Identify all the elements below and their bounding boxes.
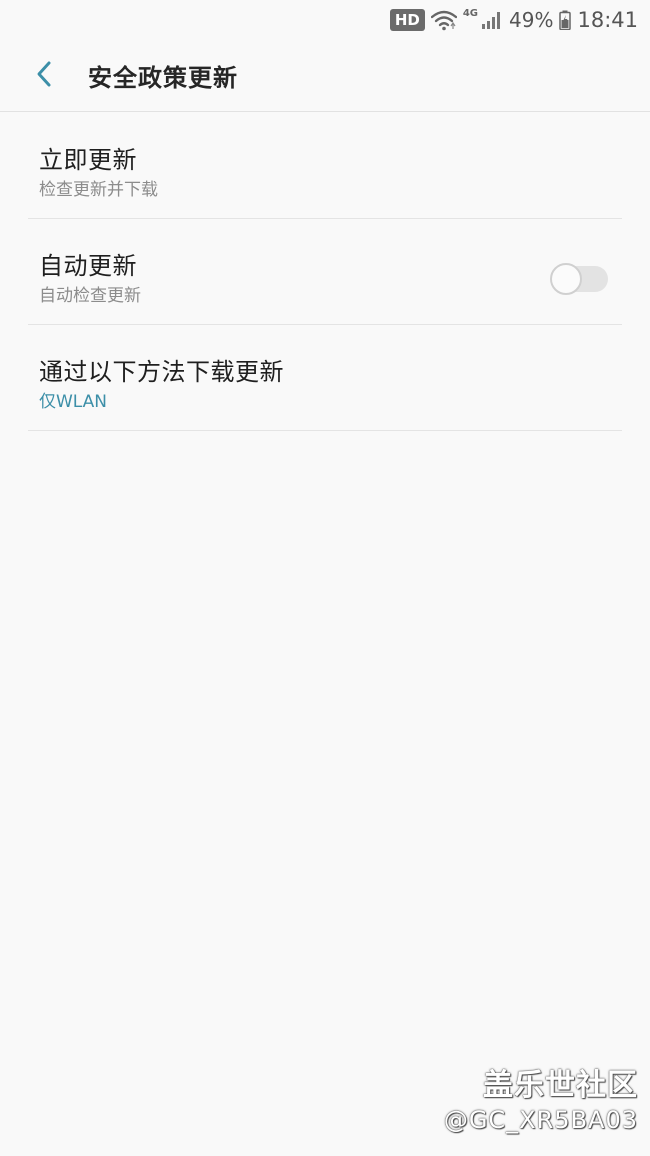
battery-icon [559,10,572,30]
wifi-icon [430,9,457,31]
toggle-thumb [550,263,582,295]
hd-badge: HD [389,9,425,31]
back-button[interactable] [14,46,74,106]
auto-update-subtitle: 自动检查更新 [39,286,141,306]
signal-icon [481,10,503,30]
network-type-label: 4G [462,7,479,19]
app-bar: 安全政策更新 [0,40,650,112]
update-now-item[interactable]: 立即更新 检查更新并下载 [28,113,622,219]
download-method-value: 仅WLAN [39,392,108,412]
page-title: 安全政策更新 [88,64,238,92]
settings-list: 立即更新 检查更新并下载 自动更新 自动检查更新 通过以下方法下载更新 仅WLA… [28,113,622,431]
download-method-title: 通过以下方法下载更新 [39,358,284,386]
status-bar: HD 4G 49% 18:41 [0,0,650,40]
chevron-left-icon [34,59,54,93]
watermark-user-handle: @GC_XR5BA03 [443,1106,638,1134]
auto-update-title: 自动更新 [39,252,137,280]
download-method-item[interactable]: 通过以下方法下载更新 仅WLAN [28,325,622,431]
update-now-subtitle: 检查更新并下载 [39,180,158,200]
status-time: 18:41 [577,8,638,32]
watermark-site-name: 盖乐世社区 [483,1068,638,1103]
battery-percent: 49% [509,8,554,32]
update-now-title: 立即更新 [39,146,137,174]
watermark: 盖乐世社区 @GC_XR5BA03 [444,1068,638,1136]
auto-update-item[interactable]: 自动更新 自动检查更新 [28,219,622,325]
auto-update-toggle[interactable] [550,263,608,295]
